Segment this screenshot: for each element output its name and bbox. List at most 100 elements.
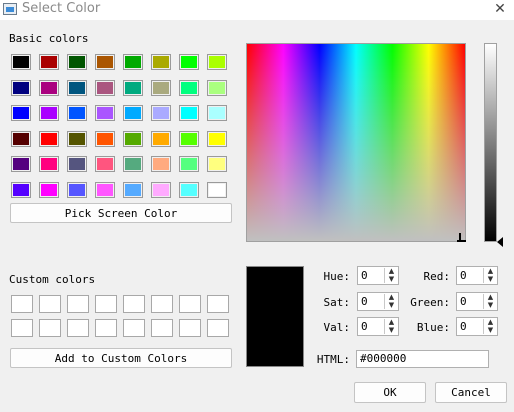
basic-color-swatch[interactable] [179,182,199,198]
basic-color-swatch[interactable] [123,80,143,96]
basic-color-swatch[interactable] [95,182,115,198]
basic-color-swatch[interactable] [151,156,171,172]
basic-color-swatch[interactable] [67,182,87,198]
swatch-fill [13,133,29,145]
custom-color-slot[interactable] [95,295,117,313]
spin-up-icon[interactable]: ▲ [485,268,496,275]
spin-down-icon[interactable]: ▼ [386,327,397,334]
spin-down-icon[interactable]: ▼ [485,302,496,309]
basic-color-swatch[interactable] [11,80,31,96]
basic-color-swatch[interactable] [123,131,143,147]
custom-color-slot[interactable] [11,319,33,337]
basic-color-swatch[interactable] [39,80,59,96]
basic-color-swatch[interactable] [179,156,199,172]
basic-color-swatch[interactable] [207,131,227,147]
custom-color-slot[interactable] [151,319,173,337]
basic-color-swatch[interactable] [11,156,31,172]
blue-spinbox[interactable]: 0 ▲ ▼ [456,317,498,336]
pick-screen-color-button[interactable]: Pick Screen Color [10,203,232,223]
spin-up-icon[interactable]: ▲ [485,319,496,326]
html-color-input[interactable]: #000000 [356,350,489,368]
basic-color-swatch[interactable] [39,131,59,147]
basic-color-swatch[interactable] [123,105,143,121]
basic-color-swatch[interactable] [39,156,59,172]
basic-color-swatch[interactable] [67,54,87,70]
swatch-fill [41,158,57,170]
basic-color-swatch[interactable] [11,105,31,121]
green-spinbox[interactable]: 0 ▲ ▼ [456,292,498,311]
custom-color-slot[interactable] [179,295,201,313]
html-label: HTML: [316,353,350,366]
color-spectrum[interactable] [246,43,466,242]
basic-color-swatch[interactable] [67,156,87,172]
custom-color-slot[interactable] [207,295,229,313]
basic-color-swatch[interactable] [67,131,87,147]
basic-color-swatch[interactable] [123,156,143,172]
custom-color-slot[interactable] [207,319,229,337]
basic-color-swatch[interactable] [39,182,59,198]
spin-up-icon[interactable]: ▲ [386,268,397,275]
basic-color-swatch[interactable] [179,131,199,147]
swatch-fill [153,184,169,196]
basic-color-swatch[interactable] [123,182,143,198]
ok-button[interactable]: OK [354,382,426,403]
basic-color-swatch[interactable] [39,105,59,121]
custom-color-slot[interactable] [67,319,89,337]
basic-color-swatch[interactable] [11,131,31,147]
sat-spinbox[interactable]: 0 ▲ ▼ [357,292,399,311]
spin-up-icon[interactable]: ▲ [485,294,496,301]
basic-color-swatch[interactable] [11,182,31,198]
custom-color-slot[interactable] [179,319,201,337]
custom-color-slot[interactable] [95,319,117,337]
val-spinbox[interactable]: 0 ▲ ▼ [357,317,399,336]
custom-color-slot[interactable] [11,295,33,313]
basic-color-swatch[interactable] [123,54,143,70]
luminance-arrow-icon[interactable] [497,237,503,247]
add-to-custom-colors-button[interactable]: Add to Custom Colors [10,348,232,368]
basic-color-swatch[interactable] [151,54,171,70]
basic-color-swatch[interactable] [151,182,171,198]
basic-color-swatch[interactable] [207,105,227,121]
custom-color-slot[interactable] [151,295,173,313]
basic-color-swatch[interactable] [179,54,199,70]
swatch-fill [97,56,113,68]
swatch-fill [69,184,85,196]
basic-color-swatch[interactable] [207,182,227,198]
val-value: 0 [361,320,368,333]
custom-color-slot[interactable] [123,295,145,313]
basic-color-swatch[interactable] [95,105,115,121]
red-label: Red: [423,270,451,283]
custom-color-slot[interactable] [67,295,89,313]
basic-color-swatch[interactable] [39,54,59,70]
spin-up-icon[interactable]: ▲ [386,319,397,326]
basic-color-swatch[interactable] [67,80,87,96]
spin-down-icon[interactable]: ▼ [386,302,397,309]
custom-color-slot[interactable] [39,295,61,313]
basic-color-swatch[interactable] [207,156,227,172]
basic-color-swatch[interactable] [179,105,199,121]
red-spinbox[interactable]: 0 ▲ ▼ [456,266,498,285]
basic-color-swatch[interactable] [207,54,227,70]
close-button[interactable]: ✕ [492,0,508,18]
basic-color-swatch[interactable] [151,80,171,96]
basic-color-swatch[interactable] [95,156,115,172]
spin-down-icon[interactable]: ▼ [485,327,496,334]
basic-color-swatch[interactable] [151,131,171,147]
custom-color-slot[interactable] [123,319,145,337]
basic-color-swatch[interactable] [67,105,87,121]
custom-color-slot[interactable] [39,319,61,337]
basic-color-swatch[interactable] [179,80,199,96]
luminance-slider[interactable] [484,43,497,242]
spin-up-icon[interactable]: ▲ [386,294,397,301]
hue-spinbox[interactable]: 0 ▲ ▼ [357,266,399,285]
basic-color-swatch[interactable] [95,131,115,147]
spin-down-icon[interactable]: ▼ [386,276,397,283]
basic-color-swatch[interactable] [207,80,227,96]
spin-down-icon[interactable]: ▼ [485,276,496,283]
basic-color-swatch[interactable] [95,80,115,96]
basic-color-swatch[interactable] [95,54,115,70]
cancel-button[interactable]: Cancel [435,382,507,403]
basic-color-swatch[interactable] [151,105,171,121]
swatch-fill [97,107,113,119]
basic-color-swatch[interactable] [11,54,31,70]
